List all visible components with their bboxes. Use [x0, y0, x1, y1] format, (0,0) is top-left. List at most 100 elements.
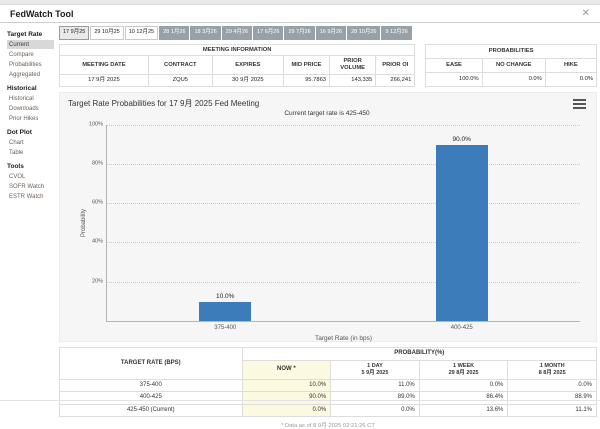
contract-value: ZQU5 [148, 75, 212, 87]
col-1-week-date: 29 8月 2025 [424, 370, 504, 377]
col-1-day: 1 DAY 5 9月 2025 [331, 360, 420, 379]
y-tick-60: 60% [92, 200, 103, 206]
y-tick-80: 80% [92, 161, 103, 167]
bar-rect-375-400[interactable] [199, 302, 251, 322]
tab-meeting-1[interactable]: 29 10月25 [90, 26, 123, 40]
hamburger-icon[interactable] [573, 98, 586, 109]
tab-meeting-5[interactable]: 29 4月26 [222, 26, 252, 40]
target-rate-cell: 400-425 [60, 392, 243, 405]
now-cell: 10.0% [242, 379, 331, 392]
content-area: 17 9月25 29 10月25 10 12月25 28 1月26 18 3月2… [57, 23, 600, 429]
sidebar: Target Rate Current Compare Probabilitie… [0, 23, 57, 429]
probability-group-header: PROBABILITY(%) [242, 348, 596, 361]
sidebar-item-estr-watch[interactable]: ESTR Watch [7, 192, 54, 201]
week-cell: 86.4% [419, 392, 508, 405]
table-row-375-400: 375-400 10.0% 11.0% 0.0% 0.0% [60, 379, 597, 392]
col-ease: EASE [426, 58, 482, 72]
now-cell: 0.0% [242, 404, 331, 417]
tab-meeting-8[interactable]: 16 9月26 [316, 26, 346, 40]
bar-value-label: 10.0% [216, 293, 234, 300]
gridline-40 [107, 242, 580, 243]
sidebar-section-target-rate: Target Rate [7, 31, 57, 38]
x-category-400-425: 400-425 [451, 325, 473, 331]
bar-value-label: 90.0% [453, 136, 471, 143]
sidebar-item-historical[interactable]: Historical [7, 94, 54, 103]
y-tick-40: 40% [92, 239, 103, 245]
sidebar-section-historical: Historical [7, 85, 57, 92]
tab-meeting-6[interactable]: 17 6月26 [253, 26, 283, 40]
sidebar-item-downloads[interactable]: Downloads [7, 104, 54, 113]
tab-meeting-2[interactable]: 10 12月25 [125, 26, 158, 40]
tab-meeting-9[interactable]: 28 10月26 [347, 26, 380, 40]
meeting-date-value: 17 9月 2025 [60, 75, 149, 87]
col-meeting-date: MEETING DATE [60, 56, 149, 75]
sidebar-item-probabilities[interactable]: Probabilities [7, 60, 54, 69]
bar-chart-plot-area: Probability 100% 80% 60% 40% 20% 10.0% 9… [106, 125, 580, 322]
x-axis-label: Target Rate (in bps) [315, 335, 372, 342]
chart-annotation: Current target rate is 425-450 [68, 110, 586, 117]
week-cell: 0.0% [419, 379, 508, 392]
bar-rect-400-425[interactable] [436, 145, 488, 321]
bar-400-425[interactable]: 90.0% [436, 125, 488, 321]
data-as-of-footnote: * Data as of 8 9月 2025 02:21:26 CT [59, 420, 597, 429]
gridline-100 [107, 125, 580, 126]
month-cell: 88.9% [508, 392, 597, 405]
prior-volume-value: 143,335 [330, 75, 376, 87]
month-cell: 11.1% [508, 404, 597, 417]
ease-value: 100.0% [426, 73, 482, 87]
week-cell: 13.6% [419, 404, 508, 417]
tab-meeting-10[interactable]: 9 12月26 [381, 26, 411, 40]
col-hike: HIKE [545, 58, 596, 72]
y-axis-label: Probability [81, 198, 87, 248]
chart-header: Target Rate Probabilities for 17 9月 2025… [68, 98, 586, 109]
col-1-month: 1 MONTH 8 8月 2025 [508, 360, 597, 379]
header-bar: FedWatch Tool ✕ [0, 5, 600, 23]
probability-history-table: TARGET RATE (BPS) PROBABILITY(%) NOW * 1… [59, 347, 597, 417]
col-mid-price: MID PRICE [283, 56, 329, 75]
probabilities-group-header: PROBABILITIES [426, 44, 597, 58]
sidebar-section-dot-plot: Dot Plot [7, 129, 57, 136]
gridline-20 [107, 282, 580, 283]
meeting-date-tabs: 17 9月25 29 10月25 10 12月25 28 1月26 18 3月2… [59, 26, 597, 40]
sidebar-item-prior-hikes[interactable]: Prior Hikes [7, 114, 54, 123]
tab-meeting-3[interactable]: 28 1月26 [159, 26, 189, 40]
col-prior-volume: PRIOR VOLUME [330, 56, 376, 75]
sidebar-item-chart[interactable]: Chart [7, 138, 54, 147]
table-row-425-450-current: 425-450 (Current) 0.0% 0.0% 13.6% 11.1% [60, 404, 597, 417]
meeting-information-table: MEETING INFORMATION MEETING DATE CONTRAC… [59, 44, 415, 88]
x-category-375-400: 375-400 [214, 325, 236, 331]
col-now: NOW * [242, 360, 331, 379]
col-contract: CONTRACT [148, 56, 212, 75]
col-1-day-label: 1 DAY [335, 363, 415, 370]
expires-value: 30 9月 2025 [212, 75, 283, 87]
col-expires: EXPIRES [212, 56, 283, 75]
sidebar-section-tools: Tools [7, 163, 57, 170]
target-rate-cell: 425-450 (Current) [60, 404, 243, 417]
sidebar-item-cvol[interactable]: CVOL [7, 172, 54, 181]
tab-meeting-0[interactable]: 17 9月25 [59, 26, 89, 40]
col-1-day-date: 5 9月 2025 [335, 370, 415, 377]
chart-title: Target Rate Probabilities for 17 9月 2025… [68, 98, 259, 109]
sidebar-item-sofr-watch[interactable]: SOFR Watch [7, 182, 54, 191]
bar-375-400[interactable]: 10.0% [199, 125, 251, 321]
sidebar-item-aggregated[interactable]: Aggregated [7, 70, 54, 79]
tab-meeting-4[interactable]: 18 3月26 [190, 26, 220, 40]
close-icon[interactable]: ✕ [582, 9, 590, 19]
day-cell: 0.0% [331, 404, 420, 417]
col-1-week: 1 WEEK 29 8月 2025 [419, 360, 508, 379]
summary-tables-row: MEETING INFORMATION MEETING DATE CONTRAC… [59, 44, 597, 88]
hike-value: 0.0% [545, 73, 596, 87]
col-prior-oi: PRIOR OI [376, 56, 415, 75]
probabilities-summary-table: PROBABILITIES EASE NO CHANGE HIKE 100.0%… [425, 44, 597, 88]
tab-meeting-7[interactable]: 29 7月26 [284, 26, 314, 40]
no-change-value: 0.0% [482, 73, 545, 87]
mid-price-value: 95.7863 [283, 75, 329, 87]
sidebar-item-table[interactable]: Table [7, 148, 54, 157]
sidebar-item-current[interactable]: Current [7, 40, 54, 49]
sidebar-item-compare[interactable]: Compare [7, 50, 54, 59]
table-row-400-425: 400-425 90.0% 89.0% 86.4% 88.9% [60, 392, 597, 405]
target-rate-cell: 375-400 [60, 379, 243, 392]
col-1-week-label: 1 WEEK [424, 363, 504, 370]
gridline-60 [107, 203, 580, 204]
prior-oi-value: 266,241 [376, 75, 415, 87]
